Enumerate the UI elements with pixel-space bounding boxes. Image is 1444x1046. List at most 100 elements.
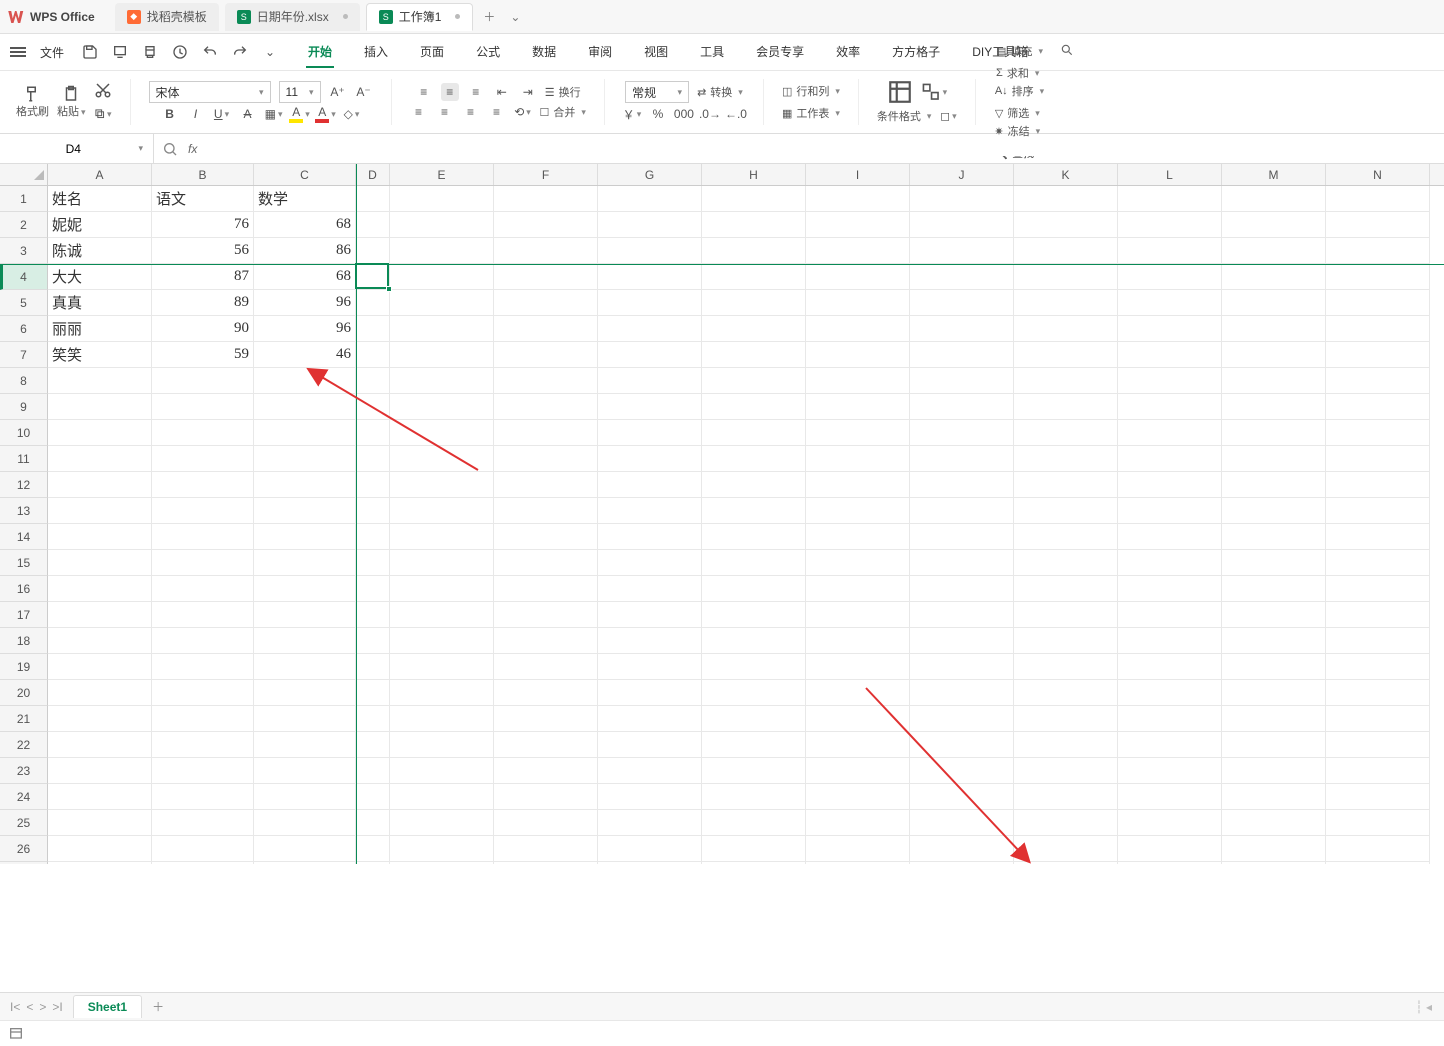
tab-menu-button[interactable]: ⌄ bbox=[505, 7, 525, 27]
cell[interactable] bbox=[1118, 238, 1222, 264]
cell[interactable]: 56 bbox=[152, 238, 254, 264]
cell[interactable] bbox=[390, 862, 494, 864]
row-header[interactable]: 19 bbox=[0, 654, 48, 680]
col-header-E[interactable]: E bbox=[390, 164, 494, 185]
col-header-N[interactable]: N bbox=[1326, 164, 1430, 185]
cell[interactable] bbox=[356, 238, 390, 264]
cell[interactable] bbox=[152, 576, 254, 602]
cell[interactable] bbox=[152, 420, 254, 446]
menu-tab-home[interactable]: 开始 bbox=[306, 37, 334, 68]
cell[interactable] bbox=[702, 758, 806, 784]
cell[interactable] bbox=[1326, 264, 1430, 290]
cell[interactable] bbox=[598, 238, 702, 264]
cell[interactable] bbox=[390, 290, 494, 316]
wrap-text-button[interactable]: ☰ 换行 bbox=[545, 84, 581, 100]
cell[interactable] bbox=[356, 758, 390, 784]
cell[interactable] bbox=[1326, 238, 1430, 264]
doc-tab-file2[interactable]: S 工作簿1 bbox=[366, 3, 474, 31]
cell[interactable] bbox=[254, 420, 356, 446]
cell[interactable] bbox=[1326, 628, 1430, 654]
cell[interactable] bbox=[254, 628, 356, 654]
cell[interactable] bbox=[356, 628, 390, 654]
cell[interactable] bbox=[910, 576, 1014, 602]
cell[interactable] bbox=[702, 316, 806, 342]
cell[interactable] bbox=[1118, 784, 1222, 810]
cell[interactable] bbox=[598, 602, 702, 628]
row-header[interactable]: 18 bbox=[0, 628, 48, 654]
cell[interactable] bbox=[254, 810, 356, 836]
cell[interactable] bbox=[494, 654, 598, 680]
cell[interactable] bbox=[390, 446, 494, 472]
cond-fmt-button[interactable]: 条件格式▾ bbox=[877, 108, 932, 124]
cell[interactable] bbox=[910, 316, 1014, 342]
cell[interactable] bbox=[356, 732, 390, 758]
cell[interactable] bbox=[1118, 836, 1222, 862]
cell[interactable] bbox=[494, 628, 598, 654]
fill-button[interactable]: ▤ 填充▾ bbox=[996, 43, 1043, 59]
font-name-select[interactable]: 宋体▾ bbox=[149, 81, 271, 103]
cell[interactable] bbox=[702, 394, 806, 420]
col-header-G[interactable]: G bbox=[598, 164, 702, 185]
cell[interactable] bbox=[598, 342, 702, 368]
row-header[interactable]: 20 bbox=[0, 680, 48, 706]
align-middle-icon[interactable]: ≡ bbox=[441, 83, 459, 101]
cell[interactable] bbox=[356, 290, 390, 316]
cell[interactable] bbox=[702, 576, 806, 602]
sheet-split-icon[interactable]: ┆ ◂ bbox=[1415, 1000, 1432, 1014]
row-header[interactable]: 12 bbox=[0, 472, 48, 498]
cell[interactable] bbox=[1222, 316, 1326, 342]
cell[interactable] bbox=[702, 654, 806, 680]
cell[interactable] bbox=[806, 238, 910, 264]
cell[interactable] bbox=[494, 732, 598, 758]
cell[interactable] bbox=[1222, 862, 1326, 864]
cell[interactable] bbox=[806, 394, 910, 420]
freeze-button[interactable]: ✷ 冻结▾ bbox=[994, 123, 1040, 139]
cell[interactable]: 46 bbox=[254, 342, 356, 368]
cell[interactable] bbox=[1118, 472, 1222, 498]
cell[interactable] bbox=[1326, 212, 1430, 238]
cell[interactable] bbox=[910, 472, 1014, 498]
new-tab-button[interactable]: ＋ bbox=[479, 7, 499, 27]
cell[interactable] bbox=[806, 810, 910, 836]
col-header-A[interactable]: A bbox=[48, 164, 152, 185]
cell[interactable] bbox=[1118, 316, 1222, 342]
cell[interactable] bbox=[48, 498, 152, 524]
cell[interactable] bbox=[1118, 576, 1222, 602]
row-header[interactable]: 4 bbox=[0, 264, 48, 290]
cell[interactable]: 68 bbox=[254, 212, 356, 238]
cell[interactable] bbox=[806, 680, 910, 706]
cell[interactable]: 姓名 bbox=[48, 186, 152, 212]
name-box[interactable]: ▾ bbox=[0, 134, 154, 163]
cell[interactable] bbox=[1014, 524, 1118, 550]
cell[interactable] bbox=[494, 212, 598, 238]
cell[interactable] bbox=[1014, 472, 1118, 498]
cell[interactable] bbox=[254, 602, 356, 628]
cell[interactable] bbox=[1326, 524, 1430, 550]
cell[interactable] bbox=[494, 602, 598, 628]
copy-icon[interactable]: ▾ bbox=[94, 105, 112, 123]
cell[interactable] bbox=[1118, 706, 1222, 732]
cell[interactable] bbox=[390, 784, 494, 810]
worksheet-button[interactable]: ▦ 工作表▾ bbox=[782, 105, 840, 121]
cell[interactable] bbox=[806, 342, 910, 368]
cell[interactable] bbox=[1326, 550, 1430, 576]
row-header[interactable]: 14 bbox=[0, 524, 48, 550]
cell[interactable] bbox=[598, 212, 702, 238]
cell[interactable] bbox=[910, 524, 1014, 550]
cell[interactable] bbox=[910, 498, 1014, 524]
cell[interactable] bbox=[1222, 342, 1326, 368]
cell[interactable] bbox=[356, 264, 390, 290]
cell[interactable] bbox=[1014, 758, 1118, 784]
cell[interactable] bbox=[356, 472, 390, 498]
cell[interactable] bbox=[1014, 498, 1118, 524]
cell[interactable] bbox=[1014, 316, 1118, 342]
cell[interactable] bbox=[356, 186, 390, 212]
cell[interactable] bbox=[390, 498, 494, 524]
format-painter-icon[interactable] bbox=[24, 85, 42, 103]
cell[interactable] bbox=[254, 680, 356, 706]
cell[interactable] bbox=[48, 706, 152, 732]
cell[interactable] bbox=[152, 628, 254, 654]
cell[interactable] bbox=[1326, 654, 1430, 680]
cell[interactable] bbox=[152, 784, 254, 810]
cell[interactable] bbox=[1326, 290, 1430, 316]
